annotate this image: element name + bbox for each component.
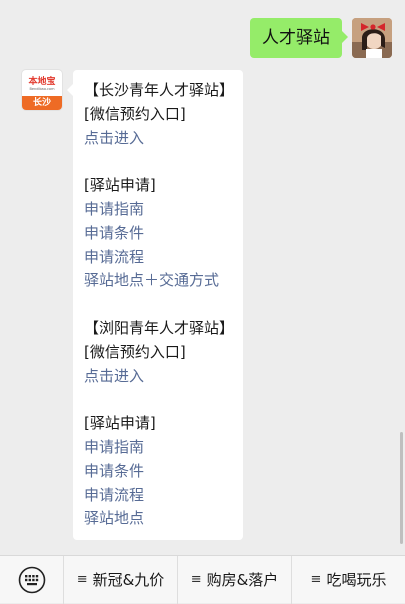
message-line: [驿站申请] [84,414,156,433]
menu-item-label: 购房&落户 [206,571,279,589]
user-avatar[interactable] [352,18,392,58]
scrollbar[interactable] [400,432,403,544]
menu-item-label: 新冠&九价 [92,571,165,589]
menu-list-icon: ≡ [190,572,202,587]
message-line: [微信预约入口] [84,342,186,361]
message-link[interactable]: 申请流程 [84,246,243,270]
city-badge: 长沙 [22,96,62,110]
menu-item-label: 吃喝玩乐 [326,571,387,589]
message-line: [微信预约入口] [84,104,186,123]
outgoing-message-bubble[interactable]: 人才驿站 [250,18,348,58]
message-link[interactable]: 驿站地点＋交通方式 [84,269,243,293]
message-link[interactable]: 申请条件 [84,222,243,246]
account-avatar[interactable]: 本地宝 Bendibao.com 长沙 [22,70,62,110]
outgoing-message-row: 人才驿站 [250,18,392,58]
message-line: 【浏阳青年人才驿站】 [84,318,235,337]
message-line: 【长沙青年人才驿站】 [84,81,235,99]
incoming-message-bubble: 【长沙青年人才驿站】 [微信预约入口] 点击进入 [驿站申请] 申请指南 申请条… [67,70,243,540]
menu-list-icon: ≡ [310,572,322,587]
brand-url-text: Bendibao.com [29,87,55,91]
message-line: [驿站申请] [84,176,156,195]
menu-item-vaccine[interactable]: ≡ 新冠&九价 [64,555,178,604]
brand-logo-text: 本地宝 [28,77,56,87]
bottom-menu-bar: ≡ 新冠&九价 ≡ 购房&落户 ≡ 吃喝玩乐 [0,555,405,604]
message-link[interactable]: 申请流程 [84,484,243,508]
message-link[interactable]: 申请条件 [84,460,243,484]
menu-item-food-fun[interactable]: ≡ 吃喝玩乐 [292,556,405,604]
message-link[interactable]: 申请指南 [84,198,243,222]
menu-list-icon: ≡ [76,572,88,587]
message-link[interactable]: 申请指南 [84,436,243,460]
keyboard-toggle-button[interactable] [0,555,64,604]
chat-area: 人才驿站 本地宝 Bendibao.com 长沙 【长沙青年人才驿站】 [微信预… [0,0,405,550]
message-link[interactable]: 点击进入 [84,365,243,389]
menu-item-housing[interactable]: ≡ 购房&落户 [178,555,292,604]
keyboard-icon [18,566,45,593]
message-link[interactable]: 驿站地点 [84,507,243,531]
message-link[interactable]: 点击进入 [84,127,243,151]
